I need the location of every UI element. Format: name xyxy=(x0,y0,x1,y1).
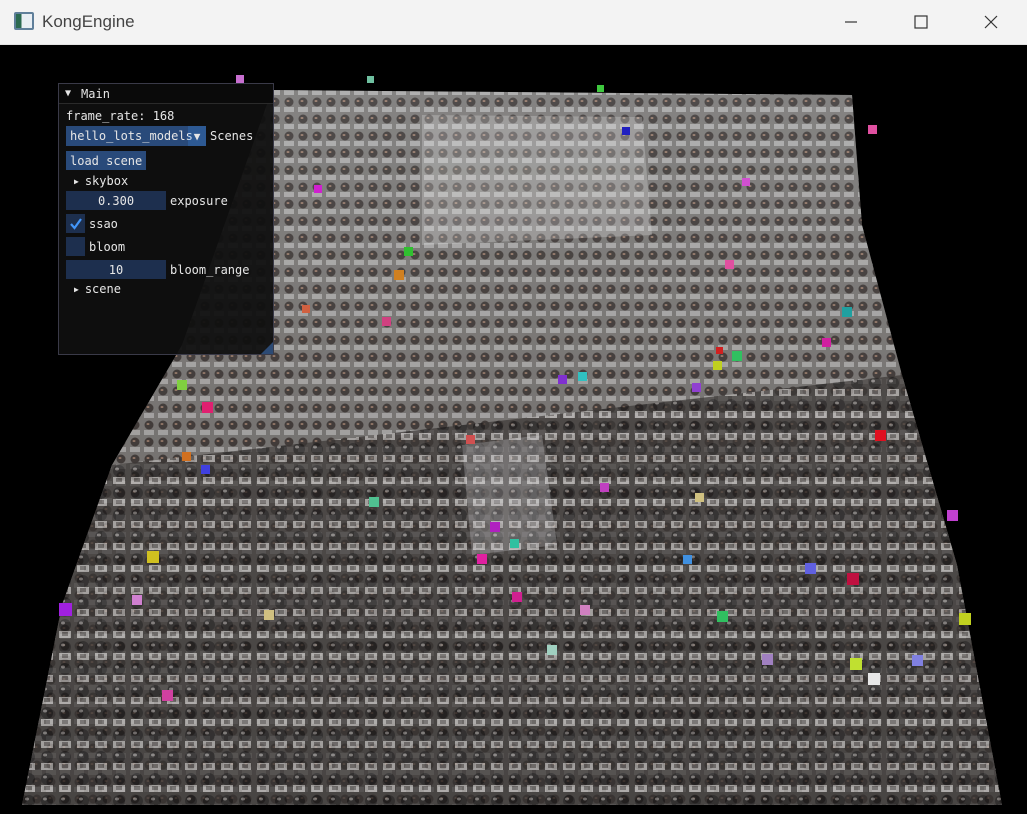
dropdown-arrow-icon[interactable]: ▼ xyxy=(188,126,206,146)
bloom-checkbox[interactable] xyxy=(66,237,85,256)
imgui-main-panel[interactable]: ▼ Main frame_rate: 168 hello_lots_models… xyxy=(58,83,274,355)
app-icon xyxy=(14,12,34,30)
collapse-triangle-icon[interactable]: ▼ xyxy=(65,88,71,99)
frame-rate-text: frame_rate: 168 xyxy=(66,109,175,123)
tree-expand-arrow-icon: ▶ xyxy=(74,176,79,186)
scenes-label: Scenes xyxy=(210,129,254,143)
scenes-combo-value: hello_lots_models xyxy=(70,129,193,143)
skybox-label: skybox xyxy=(84,174,129,188)
ssao-row: ssao xyxy=(66,214,118,233)
title-bar[interactable]: KongEngine xyxy=(0,0,1027,45)
resize-grip[interactable] xyxy=(261,342,273,354)
bloom-range-label: bloom_range xyxy=(170,262,250,277)
tree-expand-arrow-icon: ▶ xyxy=(74,284,79,294)
load-scene-button[interactable]: load scene xyxy=(66,151,147,170)
scenes-combo-row: hello_lots_models ▼ Scenes xyxy=(66,126,253,146)
maximize-button[interactable] xyxy=(886,0,956,44)
ssao-checkbox[interactable] xyxy=(66,214,85,233)
bloom-row: bloom xyxy=(66,237,125,256)
minimize-icon xyxy=(845,21,857,23)
scene-tree-label: scene xyxy=(84,282,121,296)
ssao-label: ssao xyxy=(89,216,118,231)
maximize-icon xyxy=(914,15,928,29)
scene-tree-node[interactable]: ▶ scene xyxy=(66,281,121,297)
exposure-row: 0.300 exposure xyxy=(66,191,228,210)
bloom-range-row: 10 bloom_range xyxy=(66,260,249,279)
exposure-slider[interactable]: 0.300 xyxy=(66,191,166,210)
panel-title: Main xyxy=(81,86,110,101)
bloom-range-slider[interactable]: 10 xyxy=(66,260,166,279)
skybox-tree-node[interactable]: ▶ skybox xyxy=(66,173,128,189)
window-title: KongEngine xyxy=(42,12,135,31)
checkmark-icon xyxy=(69,217,82,230)
bloom-label: bloom xyxy=(89,239,126,254)
scenes-combo[interactable]: hello_lots_models ▼ xyxy=(66,126,206,146)
exposure-label: exposure xyxy=(170,193,228,208)
minimize-button[interactable] xyxy=(816,0,886,44)
close-icon xyxy=(984,15,998,29)
close-button[interactable] xyxy=(956,0,1026,44)
panel-title-bar[interactable]: ▼ Main xyxy=(59,84,273,104)
